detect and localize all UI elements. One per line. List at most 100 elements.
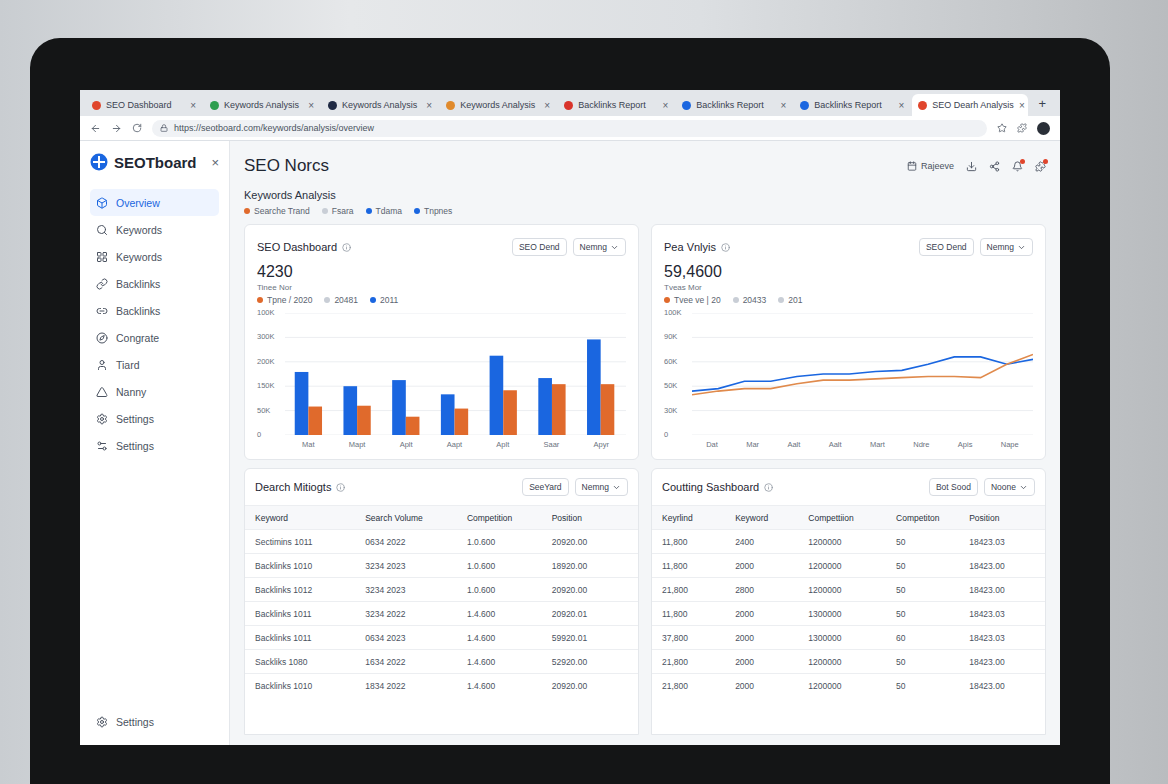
- bar[interactable]: [455, 409, 469, 435]
- sidebar-item[interactable]: Nanny: [90, 378, 219, 405]
- section-title: Keywords Analysis: [244, 189, 1046, 201]
- sidebar-item[interactable]: Settings: [90, 405, 219, 432]
- share-icon: [989, 161, 1000, 172]
- table-row[interactable]: Backlinks 10123234 20231.0.60020920.00: [245, 577, 638, 601]
- date-button[interactable]: Rajeeve: [907, 161, 954, 171]
- bar[interactable]: [357, 406, 371, 435]
- table-row[interactable]: 21,800200012000005018423.00: [652, 649, 1045, 673]
- bar[interactable]: [587, 339, 601, 435]
- bar[interactable]: [343, 386, 357, 435]
- sidebar-footer-item[interactable]: Settings: [90, 708, 219, 735]
- info-icon[interactable]: [336, 483, 345, 492]
- browser-tab[interactable]: Keywords Analysis×: [204, 94, 320, 116]
- bar[interactable]: [406, 417, 420, 435]
- table-cell: 1.4.600: [467, 633, 552, 643]
- table-row[interactable]: 37,800200013000006018423.03: [652, 625, 1045, 649]
- url-field[interactable]: https://seotboard.com/keywords/analysis/…: [152, 120, 987, 137]
- series-line[interactable]: [692, 357, 1033, 391]
- column-header[interactable]: Search Volume: [365, 513, 467, 523]
- sidebar-item[interactable]: Backlinks: [90, 270, 219, 297]
- bar[interactable]: [308, 407, 322, 435]
- bar[interactable]: [441, 394, 455, 435]
- profile-avatar[interactable]: [1037, 122, 1050, 135]
- filter-button[interactable]: SEO Dend: [919, 238, 974, 256]
- tab-close-button[interactable]: ×: [544, 100, 550, 111]
- bar[interactable]: [295, 372, 309, 435]
- filter-button[interactable]: SeeYard: [522, 478, 568, 496]
- table-row[interactable]: 21,800280012000005018423.00: [652, 577, 1045, 601]
- sidebar-item[interactable]: Overview: [90, 189, 219, 216]
- table-row[interactable]: 21,800200012000005018423.00: [652, 673, 1045, 697]
- info-icon[interactable]: [342, 243, 351, 252]
- column-header[interactable]: Competition: [467, 513, 552, 523]
- browser-tab[interactable]: SEO Dashboard×: [86, 94, 202, 116]
- filter-button[interactable]: Bot Sood: [929, 478, 978, 496]
- sidebar-close-button[interactable]: ×: [211, 155, 219, 170]
- table-row[interactable]: 11,800240012000005018423.03: [652, 529, 1045, 553]
- legend-dot: [414, 208, 420, 214]
- browser-tab[interactable]: Backlinks Report×: [794, 94, 910, 116]
- bar[interactable]: [490, 356, 504, 435]
- table-row[interactable]: Sackliks 10801634 20221.4.60052920.00: [245, 649, 638, 673]
- series-line[interactable]: [692, 354, 1033, 394]
- column-header[interactable]: Position: [969, 513, 1035, 523]
- table-cell: Backlinks 1012: [255, 585, 365, 595]
- tab-close-button[interactable]: ×: [308, 100, 314, 111]
- dropdown-button[interactable]: Noone: [984, 478, 1035, 496]
- puzzle-icon[interactable]: [1017, 123, 1027, 133]
- back-arrow-icon[interactable]: [90, 123, 101, 134]
- table-row[interactable]: Sectimins 10110634 20221.0.60020920.00: [245, 529, 638, 553]
- bar[interactable]: [538, 378, 552, 435]
- sidebar-item[interactable]: Keywords: [90, 243, 219, 270]
- header-icon-button[interactable]: [989, 161, 1000, 172]
- tab-close-button[interactable]: ×: [426, 100, 432, 111]
- sidebar-item[interactable]: Settings: [90, 432, 219, 459]
- tab-close-button[interactable]: ×: [898, 100, 904, 111]
- dropdown-button[interactable]: Nemng: [575, 478, 628, 496]
- browser-tab[interactable]: Keywords Analysis×: [440, 94, 556, 116]
- bar[interactable]: [552, 384, 566, 435]
- table-row[interactable]: Backlinks 10101834 20221.4.60020920.00: [245, 673, 638, 697]
- header-icon-button[interactable]: [1035, 161, 1046, 172]
- column-header[interactable]: Position: [552, 513, 628, 523]
- browser-tab[interactable]: Backlinks Report×: [558, 94, 674, 116]
- table-row[interactable]: Backlinks 10110634 20231.4.60059920.01: [245, 625, 638, 649]
- sidebar-item[interactable]: Tiard: [90, 351, 219, 378]
- header-icon-button[interactable]: [1012, 161, 1023, 172]
- tab-close-button[interactable]: ×: [190, 100, 196, 111]
- browser-tab[interactable]: Keywords Analysis×: [322, 94, 438, 116]
- table-cell: 2000: [735, 681, 808, 691]
- info-icon[interactable]: [721, 243, 730, 252]
- info-icon[interactable]: [764, 483, 773, 492]
- bar[interactable]: [503, 390, 517, 435]
- browser-tab[interactable]: Backlinks Report×: [676, 94, 792, 116]
- reload-icon[interactable]: [132, 123, 142, 133]
- sidebar-item[interactable]: Keywords: [90, 216, 219, 243]
- section-legend: Searche TrandFsaraTdamaTnpnes: [244, 206, 1046, 216]
- column-header[interactable]: Keyrlind: [662, 513, 735, 523]
- bar[interactable]: [392, 380, 406, 435]
- tab-close-button[interactable]: ×: [662, 100, 668, 111]
- column-header[interactable]: Compettiion: [808, 513, 896, 523]
- new-tab-button[interactable]: +: [1030, 90, 1054, 116]
- column-header[interactable]: Competiton: [896, 513, 969, 523]
- header-icon-button[interactable]: [966, 161, 977, 172]
- browser-tab[interactable]: SEO Dearh Analysis×: [912, 94, 1028, 116]
- table-row[interactable]: Backlinks 10113234 20221.4.60020920.01: [245, 601, 638, 625]
- table-row[interactable]: 11,800200013000005018423.03: [652, 601, 1045, 625]
- table-row[interactable]: 11,800200012000005018423.00: [652, 553, 1045, 577]
- table-cell: 21,800: [662, 681, 735, 691]
- forward-arrow-icon[interactable]: [111, 123, 122, 134]
- star-icon[interactable]: [997, 123, 1007, 133]
- sidebar-item[interactable]: Backlinks: [90, 297, 219, 324]
- filter-button[interactable]: SEO Dend: [512, 238, 567, 256]
- dropdown-button[interactable]: Nemng: [980, 238, 1033, 256]
- dropdown-button[interactable]: Nemng: [573, 238, 626, 256]
- column-header[interactable]: Keyword: [735, 513, 808, 523]
- bar[interactable]: [601, 384, 615, 435]
- tab-close-button[interactable]: ×: [780, 100, 786, 111]
- column-header[interactable]: Keyword: [255, 513, 365, 523]
- sidebar-item[interactable]: Congrate: [90, 324, 219, 351]
- table-row[interactable]: Backlinks 10103234 20231.0.60018920.00: [245, 553, 638, 577]
- tab-close-button[interactable]: ×: [1019, 100, 1025, 111]
